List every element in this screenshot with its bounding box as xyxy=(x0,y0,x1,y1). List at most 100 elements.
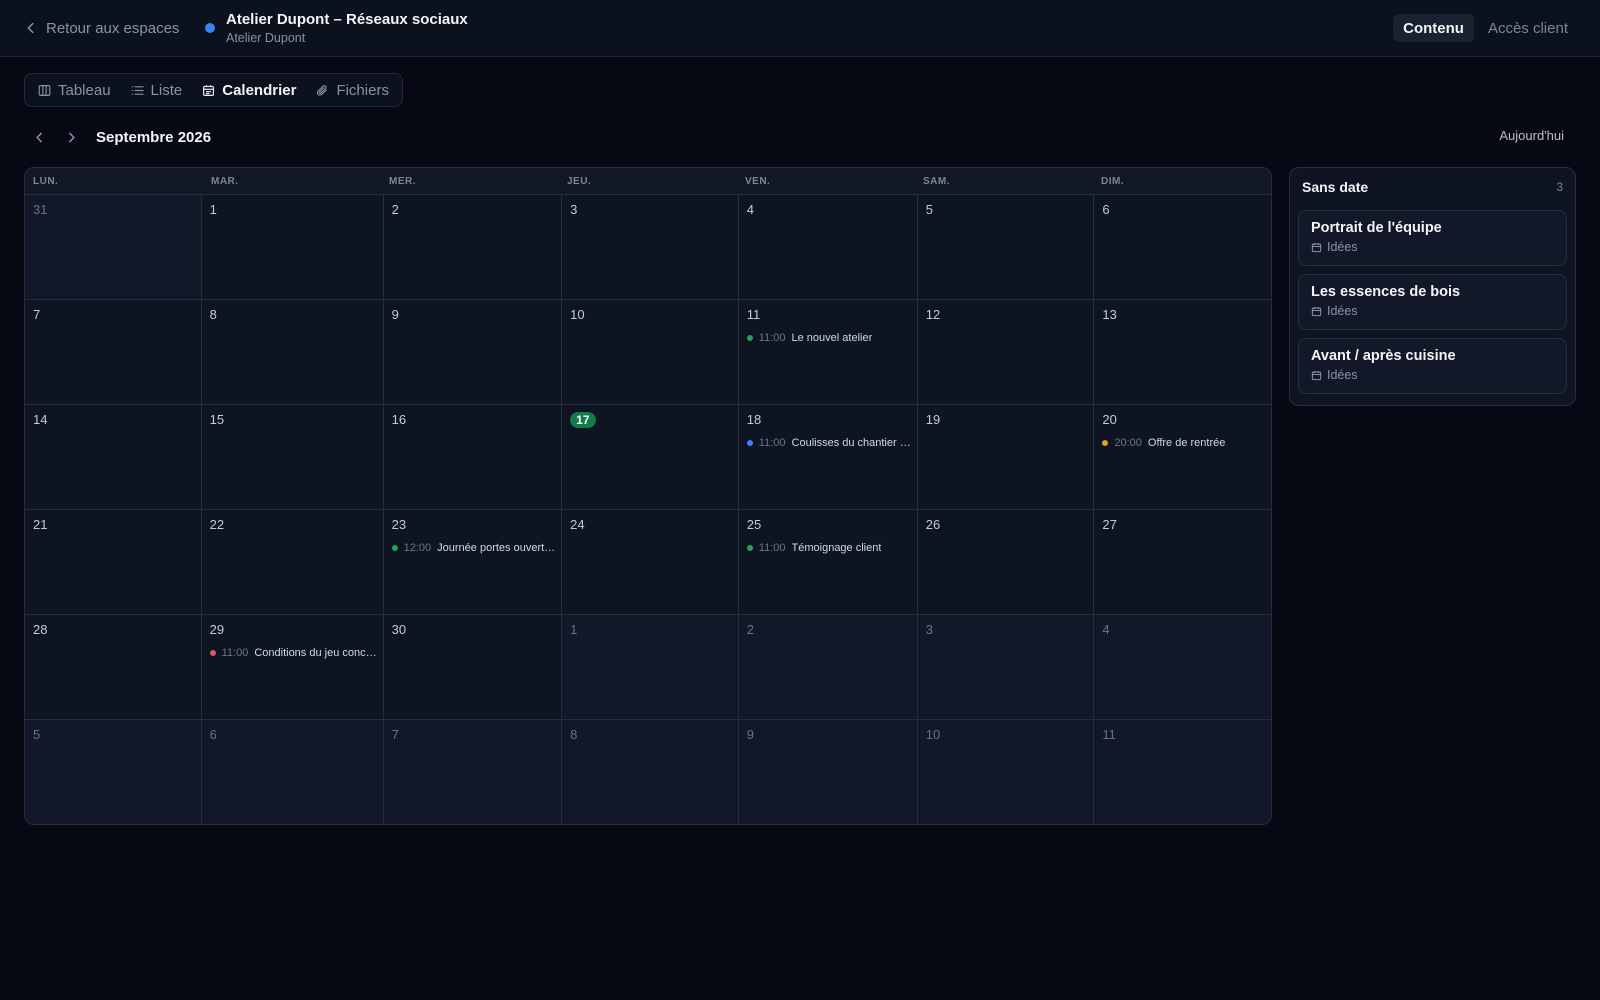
event-title: Le nouvel atelier xyxy=(791,332,873,344)
event-time: 11:00 xyxy=(758,332,786,344)
day-cell[interactable]: 2 xyxy=(383,195,563,300)
day-number: 3 xyxy=(925,622,933,637)
day-number: 15 xyxy=(209,412,225,427)
day-number: 1 xyxy=(570,622,578,637)
day-cell[interactable]: 20 20:00 Offre de rentrée xyxy=(1094,405,1271,510)
day-cell[interactable]: 11 11:00 Le nouvel atelier xyxy=(738,300,918,405)
event-time: 20:00 xyxy=(1114,437,1142,449)
back-to-spaces-link[interactable]: Retour aux espaces xyxy=(24,17,179,39)
weekday-label: MER. xyxy=(389,176,416,187)
day-cell[interactable]: 22 xyxy=(201,510,384,615)
day-cell[interactable]: 8 xyxy=(201,300,384,405)
day-cell[interactable]: 5 xyxy=(917,195,1095,300)
view-calendrier-button[interactable]: Calendrier xyxy=(193,77,305,103)
day-cell[interactable]: 10 xyxy=(562,300,739,405)
day-number: 7 xyxy=(391,727,399,742)
day-cell[interactable]: 19 xyxy=(917,405,1095,510)
day-number: 6 xyxy=(209,727,217,742)
undated-item-card[interactable]: Portrait de l'équipe Idées xyxy=(1298,210,1567,266)
day-cell[interactable]: 6 xyxy=(201,720,384,824)
day-cell[interactable]: 27 xyxy=(1094,510,1271,615)
view-fichiers-button[interactable]: Fichiers xyxy=(307,77,398,103)
day-number: 1 xyxy=(209,202,217,217)
day-cell[interactable]: 4 xyxy=(738,195,918,300)
day-cell[interactable]: 2 xyxy=(738,615,918,720)
day-cell[interactable]: 10 xyxy=(917,720,1095,824)
event-title: Témoignage client xyxy=(791,542,882,554)
day-number: 28 xyxy=(33,622,48,637)
view-tableau-label: Tableau xyxy=(58,81,111,99)
undated-panel-title: Sans date xyxy=(1302,179,1369,195)
day-number: 22 xyxy=(209,517,225,532)
day-number: 29 xyxy=(209,622,225,637)
day-cell[interactable]: 8 xyxy=(562,720,739,824)
day-cell[interactable]: 24 xyxy=(562,510,739,615)
day-cell[interactable]: 31 xyxy=(25,195,202,300)
calendar-event[interactable]: 12:00 Journée portes ouvert… xyxy=(391,542,555,554)
day-cell[interactable]: 11 xyxy=(1094,720,1271,824)
tab-acces-client[interactable]: Accès client xyxy=(1478,14,1578,42)
day-number: 16 xyxy=(391,412,407,427)
undated-count: 3 xyxy=(1556,180,1563,194)
day-cell[interactable]: 13 xyxy=(1094,300,1271,405)
calendar-icon xyxy=(203,84,215,96)
calendar-event[interactable]: 11:00 Témoignage client xyxy=(746,542,911,554)
undated-item-card[interactable]: Avant / après cuisine Idées xyxy=(1298,338,1567,394)
tab-contenu[interactable]: Contenu xyxy=(1393,14,1474,42)
columns-icon xyxy=(38,84,51,96)
view-liste-button[interactable]: Liste xyxy=(122,77,192,103)
calendar-event[interactable]: 11:00 Conditions du jeu conc… xyxy=(209,647,377,659)
today-button[interactable]: Aujourd'hui xyxy=(1499,128,1564,143)
calendar-event[interactable]: 11:00 Coulisses du chantier … xyxy=(746,437,911,449)
weekday-header: LUN. MAR. MER. JEU. VEN. SAM. DIM. xyxy=(25,168,1271,195)
day-cell[interactable]: 7 xyxy=(25,300,202,405)
day-cell[interactable]: 16 xyxy=(383,405,563,510)
day-cell[interactable]: 9 xyxy=(738,720,918,824)
day-number: 5 xyxy=(33,727,41,742)
undated-panel-header: Sans date 3 xyxy=(1290,168,1575,206)
day-cell[interactable]: 6 xyxy=(1094,195,1271,300)
day-number: 31 xyxy=(33,202,48,217)
calendar-event[interactable]: 11:00 Le nouvel atelier xyxy=(746,332,911,344)
event-time: 11:00 xyxy=(221,647,249,659)
day-cell[interactable]: 21 xyxy=(25,510,202,615)
day-cell[interactable]: 7 xyxy=(383,720,563,824)
undated-item-meta: Idées xyxy=(1311,368,1554,382)
today-day-number: 17 xyxy=(570,412,596,428)
day-cell[interactable]: 14 xyxy=(25,405,202,510)
day-cell[interactable]: 30 xyxy=(383,615,563,720)
weekday-label: LUN. xyxy=(33,176,59,187)
previous-month-button[interactable] xyxy=(28,126,50,148)
undated-item-title: Avant / après cuisine xyxy=(1311,348,1456,364)
day-cell[interactable]: 17 xyxy=(562,405,739,510)
top-bar: Retour aux espaces Atelier Dupont – Rése… xyxy=(0,0,1600,57)
day-number: 8 xyxy=(570,727,578,742)
day-cell[interactable]: 1 xyxy=(201,195,384,300)
day-cell[interactable]: 1 xyxy=(562,615,739,720)
day-cell[interactable]: 5 xyxy=(25,720,202,824)
day-cell[interactable]: 15 xyxy=(201,405,384,510)
day-cell[interactable]: 25 11:00 Témoignage client xyxy=(738,510,918,615)
next-month-button[interactable] xyxy=(60,126,82,148)
day-number: 8 xyxy=(209,307,217,322)
day-cell[interactable]: 12 xyxy=(917,300,1095,405)
day-cell[interactable]: 28 xyxy=(25,615,202,720)
day-cell[interactable]: 9 xyxy=(383,300,563,405)
undated-item-title: Portrait de l'équipe xyxy=(1311,220,1442,236)
day-cell[interactable]: 18 11:00 Coulisses du chantier … xyxy=(738,405,918,510)
day-cell[interactable]: 23 12:00 Journée portes ouvert… xyxy=(383,510,563,615)
calendar-event[interactable]: 20:00 Offre de rentrée xyxy=(1102,437,1265,449)
day-number: 9 xyxy=(391,307,399,322)
day-number: 20 xyxy=(1102,412,1117,427)
day-cell[interactable]: 29 11:00 Conditions du jeu conc… xyxy=(201,615,384,720)
view-tableau-button[interactable]: Tableau xyxy=(29,77,120,103)
day-cell[interactable]: 3 xyxy=(917,615,1095,720)
undated-item-card[interactable]: Les essences de bois Idées xyxy=(1298,274,1567,330)
event-status-dot xyxy=(746,545,753,551)
view-fichiers-label: Fichiers xyxy=(336,81,389,99)
day-cell[interactable]: 3 xyxy=(562,195,739,300)
day-number: 11 xyxy=(1102,727,1116,742)
day-cell[interactable]: 4 xyxy=(1094,615,1271,720)
day-cell[interactable]: 26 xyxy=(917,510,1095,615)
chevron-right-icon xyxy=(68,132,75,142)
